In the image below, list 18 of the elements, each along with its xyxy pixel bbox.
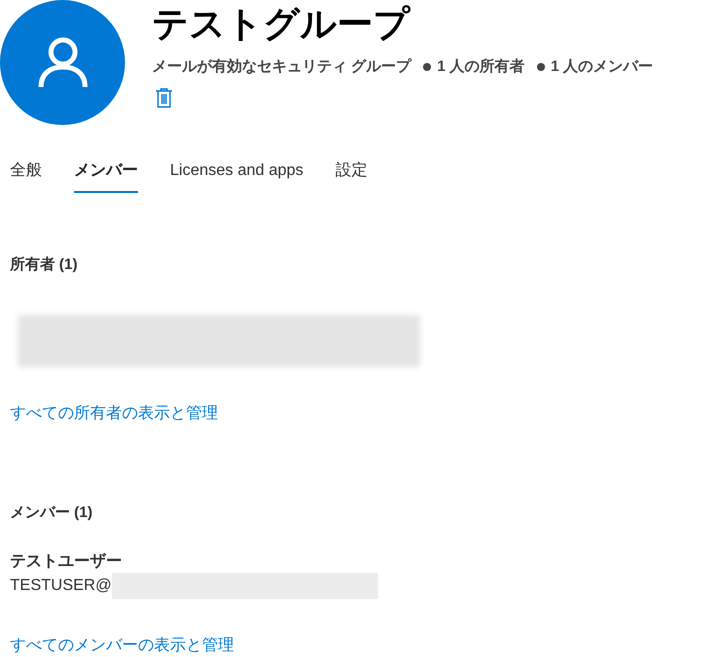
member-name: テストユーザー (10, 552, 123, 572)
group-stat: 1 人のメンバー (550, 57, 654, 77)
tab[interactable]: メンバー (74, 159, 138, 193)
tab[interactable]: 設定 (335, 159, 368, 193)
section-heading: メンバー (1) (10, 503, 94, 523)
tab[interactable]: 全般 (10, 159, 42, 193)
bullet-icon (423, 63, 432, 72)
member-email: TESTUSER@ (10, 576, 112, 596)
bullet-icon (536, 63, 545, 72)
manage-link[interactable]: すべてのメンバーの表示と管理 (10, 635, 234, 657)
group-title: テストグループ (152, 2, 412, 46)
section-heading: 所有者 (1) (10, 255, 78, 275)
delete-icon[interactable] (155, 86, 175, 108)
tab[interactable]: Licenses and apps (170, 159, 304, 193)
group-stat: 1 人の所有者 (437, 57, 525, 77)
person-icon (38, 36, 88, 88)
group-type: メールが有効なセキュリティ グループ (152, 57, 412, 77)
manage-link[interactable]: すべての所有者の表示と管理 (10, 403, 218, 425)
